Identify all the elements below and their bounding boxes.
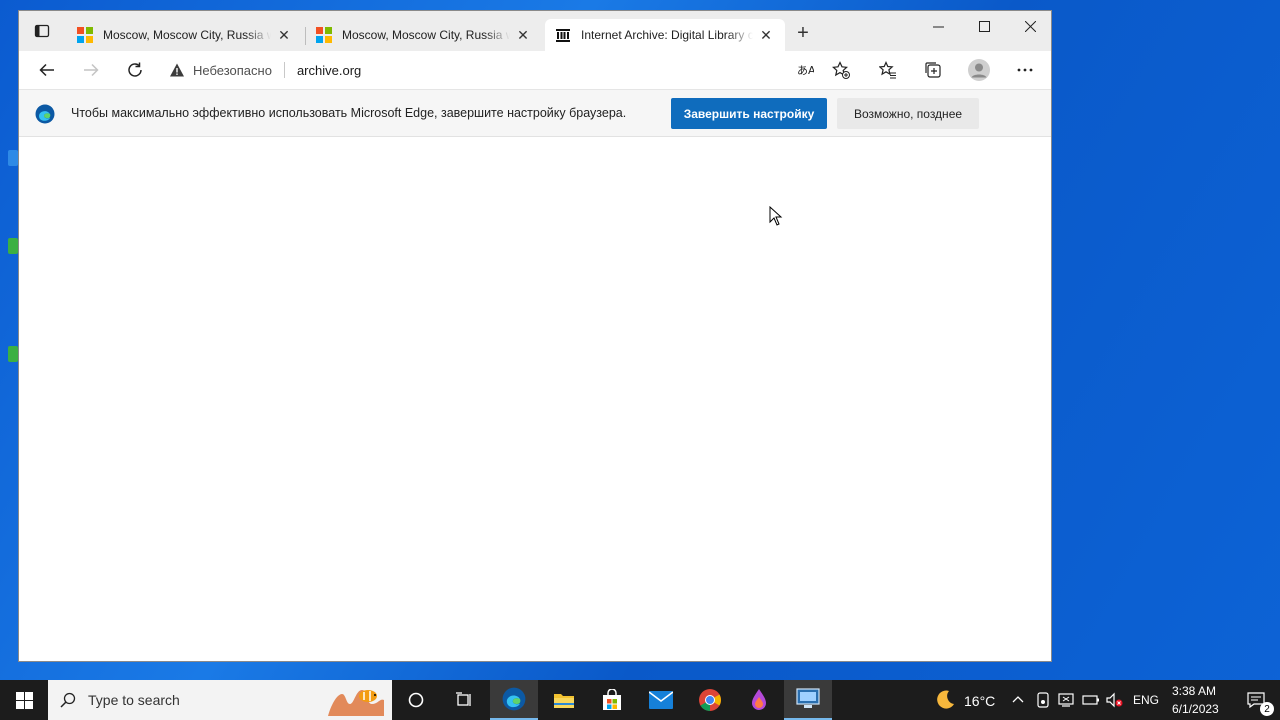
meet-now-icon[interactable]: [1036, 692, 1050, 708]
start-button[interactable]: [0, 680, 48, 720]
minimize-button[interactable]: [915, 11, 961, 41]
search-highlight-image-icon: [328, 690, 384, 716]
mail-icon: [649, 691, 673, 709]
store-bag-icon: [603, 689, 621, 710]
more-icon: [1017, 68, 1033, 72]
arrow-left-icon: [39, 63, 54, 77]
finish-setup-button[interactable]: Завершить настройку: [671, 98, 827, 129]
forward-button[interactable]: [76, 56, 106, 84]
avatar-icon: [968, 59, 990, 81]
desktop-icon[interactable]: [8, 150, 18, 166]
taskbar-chrome[interactable]: [686, 680, 734, 720]
close-tab-icon[interactable]: ✕: [275, 26, 293, 44]
setup-infobar: Чтобы максимально эффективно использоват…: [19, 89, 1051, 137]
browser-toolbar: Небезопасно archive.org あA: [19, 51, 1051, 89]
tab-3-active[interactable]: Internet Archive: Digital Library c ✕: [545, 19, 785, 51]
refresh-button[interactable]: [120, 56, 150, 84]
mouse-cursor-icon: [769, 206, 783, 226]
battery-icon[interactable]: [1082, 692, 1100, 708]
computer-icon: [796, 688, 820, 708]
moon-weather-icon[interactable]: [934, 689, 956, 711]
microsoft-logo-icon: [316, 27, 332, 43]
desktop-icon[interactable]: [8, 238, 18, 254]
taskbar-paint-app[interactable]: [735, 680, 783, 720]
minimize-icon: [932, 26, 944, 27]
taskbar-search[interactable]: Type to search: [48, 680, 392, 720]
microsoft-logo-icon: [77, 27, 93, 43]
security-label[interactable]: Небезопасно: [193, 63, 272, 78]
close-tab-icon[interactable]: ✕: [514, 26, 532, 44]
collections-button[interactable]: [918, 56, 948, 84]
read-aloud-button[interactable]: あA: [790, 56, 820, 84]
back-button[interactable]: [32, 56, 62, 84]
edge-logo-icon: [35, 104, 55, 124]
maybe-later-button[interactable]: Возможно, позднее: [837, 98, 979, 129]
arrow-right-icon: [84, 63, 99, 77]
weather-temperature[interactable]: 16°C: [964, 693, 995, 709]
tab-bar: Moscow, Moscow City, Russia w ✕ Moscow, …: [19, 11, 1051, 51]
desktop-icons-strip: [0, 0, 18, 680]
search-icon: [60, 692, 76, 708]
page-content[interactable]: [19, 139, 1051, 661]
volume-muted-icon[interactable]: [1106, 692, 1124, 708]
profile-button[interactable]: [964, 56, 994, 84]
close-icon: [1024, 20, 1036, 32]
chrome-icon: [699, 689, 721, 711]
network-icon[interactable]: [1058, 692, 1074, 708]
task-view-button[interactable]: [440, 680, 488, 720]
tab-actions-icon: [34, 24, 50, 38]
notification-badge: 2: [1260, 702, 1274, 716]
tab-title: Internet Archive: Digital Library c: [581, 28, 753, 42]
clock-time[interactable]: 3:38 AM: [1172, 684, 1216, 698]
cortana-icon: [408, 692, 424, 708]
taskbar-store[interactable]: [588, 680, 636, 720]
close-tab-icon[interactable]: ✕: [757, 26, 775, 44]
tab-1[interactable]: Moscow, Moscow City, Russia w ✕: [67, 19, 303, 51]
tab-actions-button[interactable]: [19, 11, 65, 51]
chevron-up-icon[interactable]: [1012, 694, 1024, 704]
task-view-icon: [456, 692, 471, 706]
translate-icon: あA: [797, 64, 814, 77]
maximize-icon: [978, 20, 990, 32]
folder-icon: [554, 694, 574, 708]
address-divider: [283, 62, 285, 78]
collections-icon: [925, 62, 941, 78]
clock-date[interactable]: 6/1/2023: [1172, 702, 1219, 716]
taskbar-edge[interactable]: [490, 680, 538, 720]
tab-2[interactable]: Moscow, Moscow City, Russia w ✕: [306, 19, 542, 51]
url-text[interactable]: archive.org: [297, 63, 361, 78]
plus-icon: +: [797, 21, 809, 44]
refresh-icon: [128, 62, 142, 77]
desktop-icon[interactable]: [8, 346, 18, 362]
cortana-button[interactable]: [392, 680, 440, 720]
svg-text:あA: あA: [797, 64, 814, 77]
tab-title: Moscow, Moscow City, Russia w: [103, 28, 271, 42]
address-bar[interactable]: Небезопасно archive.org: [169, 57, 809, 83]
add-favorite-button[interactable]: [826, 56, 856, 84]
archive-logo-icon: [556, 29, 570, 42]
favorites-icon: [879, 61, 896, 79]
windows-logo-icon: [15, 691, 33, 709]
star-add-icon: [832, 61, 850, 79]
close-window-button[interactable]: [1007, 11, 1051, 41]
settings-menu-button[interactable]: [1010, 56, 1040, 84]
tab-title: Moscow, Moscow City, Russia w: [342, 28, 510, 42]
browser-window: Moscow, Moscow City, Russia w ✕ Moscow, …: [18, 10, 1052, 662]
favorites-button[interactable]: [873, 56, 903, 84]
taskbar-mail[interactable]: [637, 680, 685, 720]
infobar-message: Чтобы максимально эффективно использоват…: [71, 106, 627, 120]
paint-drop-icon: [752, 689, 766, 710]
notifications-button[interactable]: 2: [1232, 680, 1280, 720]
warning-icon[interactable]: [169, 62, 185, 78]
new-tab-button[interactable]: +: [789, 19, 817, 47]
taskbar: Type to search 16°C ENG 3:38 AM 6/1/2023…: [0, 680, 1280, 720]
edge-icon: [502, 687, 526, 711]
input-language[interactable]: ENG: [1133, 693, 1159, 707]
taskbar-remote-app[interactable]: [784, 680, 832, 720]
search-placeholder: Type to search: [88, 692, 180, 708]
maximize-button[interactable]: [961, 11, 1007, 41]
taskbar-file-explorer[interactable]: [540, 680, 588, 720]
